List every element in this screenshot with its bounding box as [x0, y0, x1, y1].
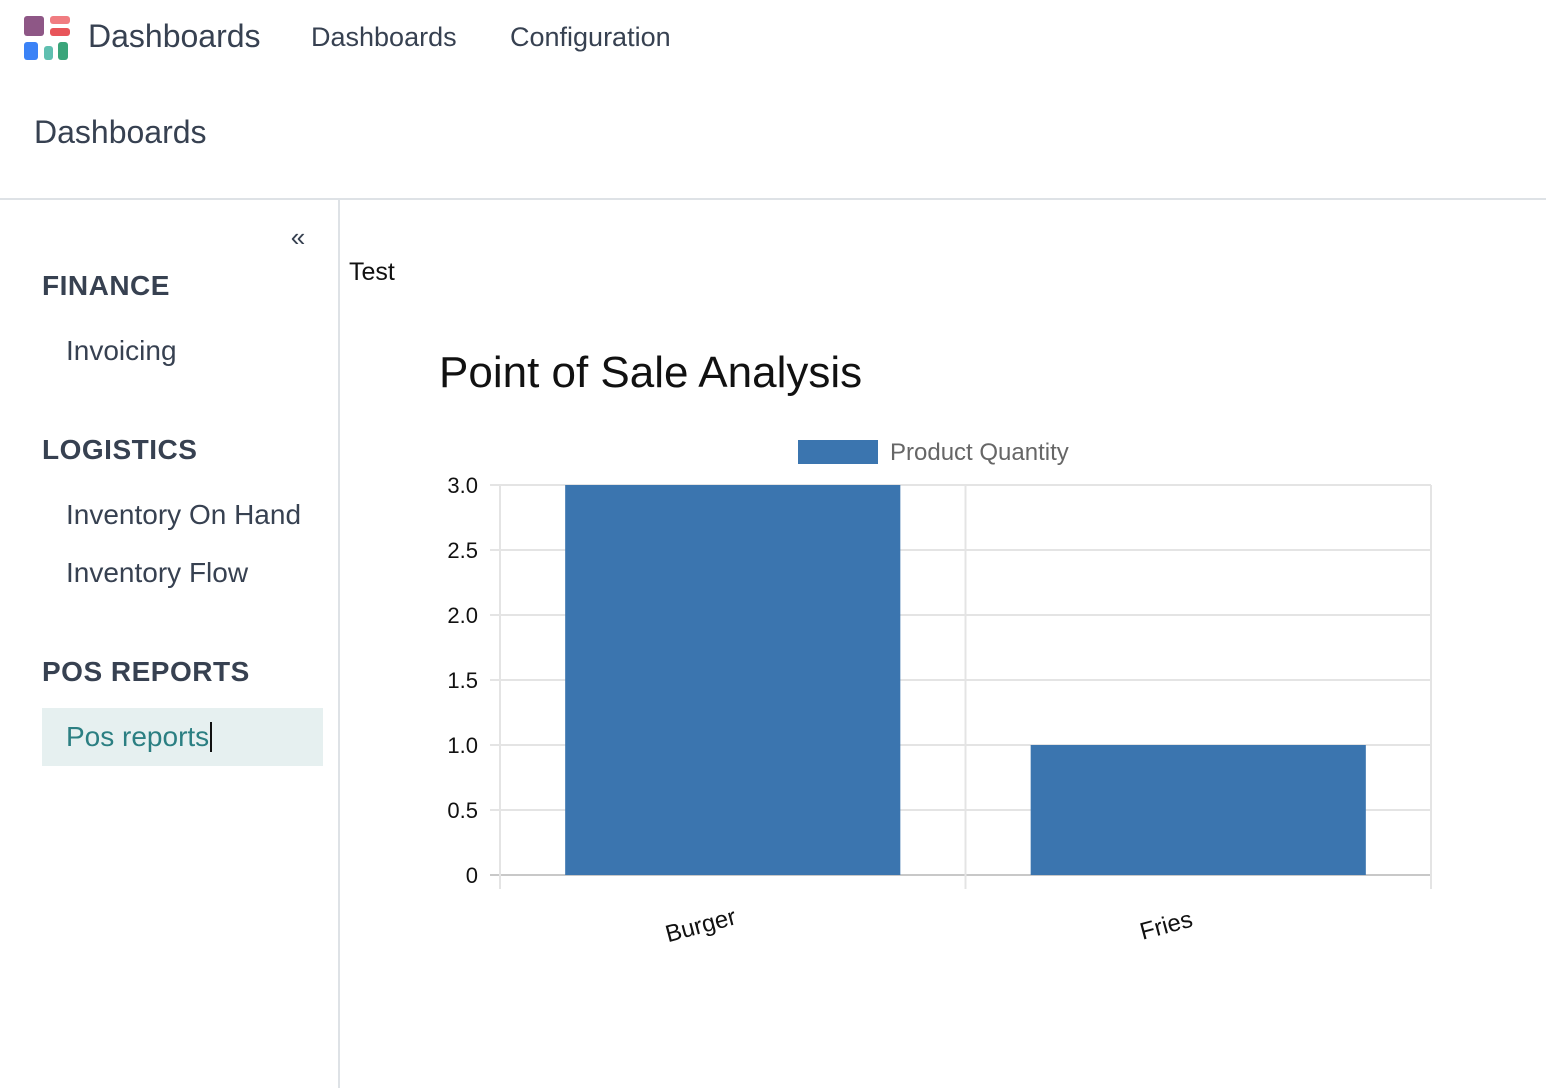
- x-tick-label: Fries: [1137, 906, 1196, 946]
- y-tick-label: 0: [466, 863, 478, 888]
- x-tick-label: Burger: [663, 903, 740, 948]
- bar-burger: [565, 485, 901, 875]
- legend-swatch: [798, 440, 878, 464]
- y-tick-label: 3.0: [447, 473, 478, 498]
- y-tick-label: 0.5: [447, 798, 478, 823]
- y-tick-label: 1.5: [447, 668, 478, 693]
- bar-chart: 0 0.5 1.0 1.5 2.0 2.5 3.0 Burger Fries Product Qu…: [447, 439, 1432, 948]
- y-tick-label: 2.5: [447, 538, 478, 563]
- y-tick-label: 2.0: [447, 603, 478, 628]
- bar-fries: [1030, 745, 1366, 875]
- legend-label: Product Quantity: [890, 439, 1069, 466]
- y-tick-label: 1.0: [447, 733, 478, 758]
